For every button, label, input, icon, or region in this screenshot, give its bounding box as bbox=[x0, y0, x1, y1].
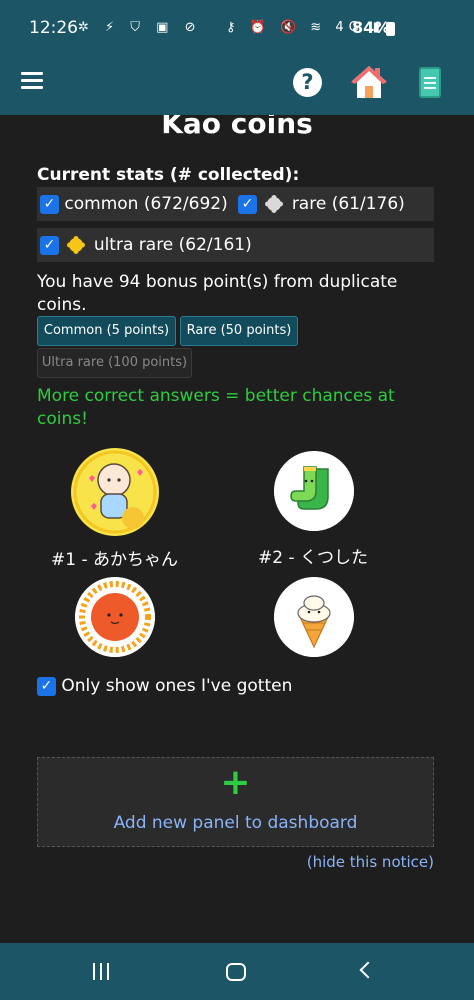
coin-label: #1 - あかちゃん bbox=[51, 550, 179, 570]
checkbox-rare[interactable]: ✓ bbox=[238, 194, 257, 214]
page-title: Kao coins bbox=[161, 115, 313, 140]
help-icon[interactable]: ? bbox=[293, 68, 322, 97]
sun-coin-icon[interactable] bbox=[75, 577, 155, 657]
plus-icon: + bbox=[220, 762, 251, 803]
add-panel-card[interactable]: + Add new panel to dashboard bbox=[37, 757, 434, 847]
home-nav-icon[interactable] bbox=[226, 963, 246, 981]
main-content: Kao coins Current stats (# collected): ✓… bbox=[0, 115, 474, 943]
stat-common[interactable]: ✓ common (672/692) bbox=[40, 194, 228, 214]
status-time: 12:26 bbox=[29, 18, 78, 38]
home-icon[interactable] bbox=[350, 64, 388, 100]
stats-row: ✓ common (672/692) ✓ rare (61/176) bbox=[37, 187, 434, 221]
status-bar: 12:26 ✲ ⚡ ⛉ ▣ ⊘ ⚷ ⏰ 🔇 ≋ 4G ▮ 84% bbox=[0, 0, 474, 58]
sock-coin-icon[interactable] bbox=[274, 451, 354, 531]
hint-text: More correct answers = better chances at… bbox=[37, 386, 395, 429]
hamburger-icon[interactable] bbox=[21, 72, 43, 90]
icecream-coin-icon[interactable] bbox=[274, 577, 354, 657]
only-show-checkbox[interactable]: ✓ bbox=[37, 676, 56, 696]
baby-coin-icon[interactable] bbox=[71, 448, 159, 536]
stat-common-label: common (672/692) bbox=[64, 194, 228, 214]
checkbox-common[interactable]: ✓ bbox=[40, 194, 59, 214]
book-icon[interactable] bbox=[419, 67, 441, 98]
hide-notice-link[interactable]: (hide this notice) bbox=[307, 853, 434, 871]
back-icon[interactable] bbox=[359, 961, 377, 979]
stat-ultra-rare-label: ultra rare (62/161) bbox=[93, 235, 252, 255]
redeem-ultra-rare-button: Ultra rare (100 points) bbox=[37, 348, 192, 378]
only-show-label: Only show ones I've gotten bbox=[61, 676, 293, 696]
redeem-common-button[interactable]: Common (5 points) bbox=[37, 316, 176, 346]
coin-label: #2 - くつした bbox=[258, 548, 369, 568]
system-nav-bar bbox=[0, 943, 474, 1000]
only-show-toggle[interactable]: ✓ Only show ones I've gotten bbox=[37, 676, 292, 696]
rare-coin-icon bbox=[265, 195, 284, 213]
bonus-points-text: You have 94 bonus point(s) from duplicat… bbox=[37, 272, 398, 315]
status-notification-icons: ✲ ⚡ ⛉ ▣ ⊘ bbox=[78, 20, 202, 35]
stats-row: ✓ ultra rare (62/161) bbox=[37, 228, 434, 262]
stats-heading: Current stats (# collected): bbox=[37, 165, 300, 185]
recent-apps-icon[interactable] bbox=[93, 963, 111, 980]
battery-icon bbox=[386, 22, 395, 36]
stat-rare-label: rare (61/176) bbox=[291, 194, 405, 214]
stat-ultra-rare[interactable]: ✓ ultra rare (62/161) bbox=[40, 235, 252, 255]
stat-rare[interactable]: ✓ rare (61/176) bbox=[238, 194, 405, 214]
redeem-rare-button[interactable]: Rare (50 points) bbox=[180, 316, 298, 346]
add-panel-link[interactable]: Add new panel to dashboard bbox=[38, 813, 433, 833]
app-bar: ? bbox=[0, 58, 474, 115]
battery-level: 84% bbox=[352, 18, 391, 37]
ultra-rare-coin-icon bbox=[67, 236, 86, 254]
checkbox-ultra-rare[interactable]: ✓ bbox=[40, 235, 59, 255]
